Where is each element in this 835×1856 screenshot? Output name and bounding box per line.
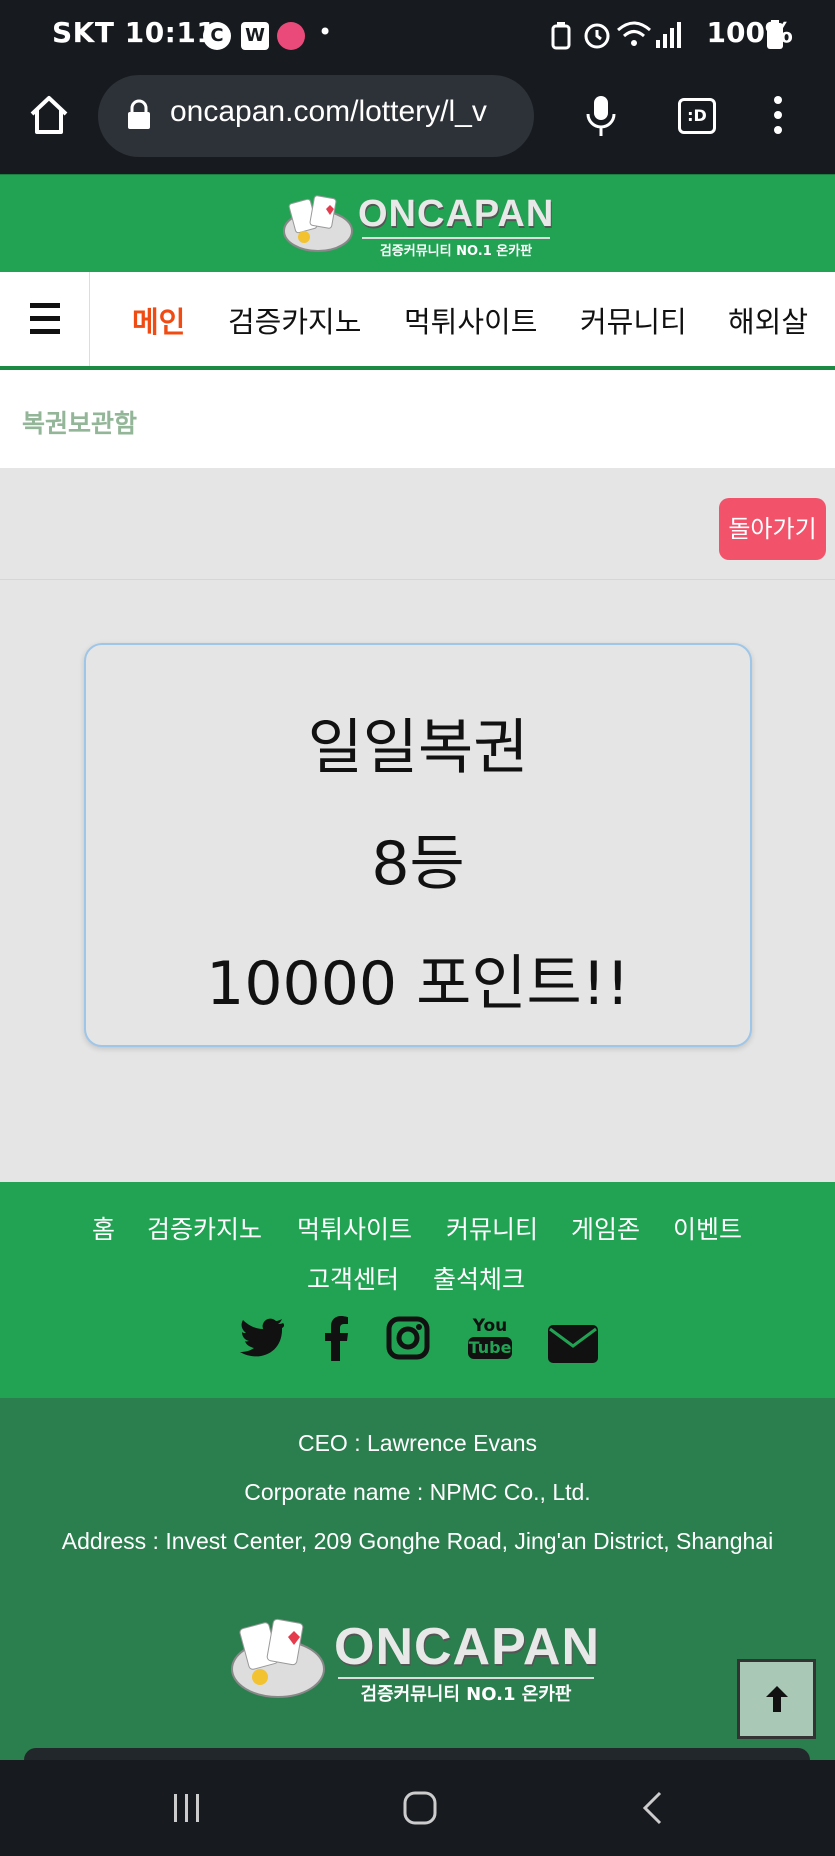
- app-w-icon: W: [241, 22, 269, 50]
- ceo-text: CEO : Lawrence Evans: [297, 1430, 538, 1456]
- recycle-icon: [551, 22, 571, 50]
- footer-logo-subtitle: 검증커뮤니티 NO.1 온카판: [338, 1677, 594, 1706]
- back-button[interactable]: 돌아가기: [719, 498, 826, 560]
- more-notifications-icon: •: [318, 18, 333, 46]
- app-avatar-icon: [277, 22, 305, 50]
- url-text: oncapan.com/lottery/l_v: [170, 95, 487, 128]
- home-nav-icon[interactable]: [402, 1790, 438, 1826]
- status-bar: SKT 10:11 C W • 100%: [0, 0, 835, 72]
- footer-info: CEO : Lawrence Evans Corporate name : NP…: [0, 1398, 835, 1760]
- system-nav-bar: [0, 1760, 835, 1856]
- site-header: ONCAPAN 검증커뮤니티 NO.1 온카판: [0, 174, 835, 272]
- nav-item-overseas[interactable]: 해외살: [728, 299, 808, 341]
- wifi-icon: [617, 21, 651, 46]
- lottery-name: 일일복권: [307, 713, 529, 783]
- card-logo-icon: [283, 195, 353, 252]
- action-bar: 돌아가기: [0, 468, 835, 580]
- tab-switcher-icon[interactable]: :D: [678, 98, 716, 134]
- nav-item-verified-casino[interactable]: 검증카지노: [228, 299, 361, 341]
- page-title-bar: 복권보관함: [0, 370, 835, 468]
- footer-nav: 홈 검증카지노 먹튀사이트 커뮤니티 게임존 이벤트 고객센터 출석체크 You…: [0, 1182, 835, 1398]
- status-time: SKT 10:11: [52, 16, 217, 49]
- logo-subtitle: 검증커뮤니티 NO.1 온카판: [362, 237, 550, 259]
- nav-item-community[interactable]: 커뮤니티: [580, 299, 687, 341]
- facebook-icon[interactable]: [322, 1315, 350, 1361]
- browser-toolbar: oncapan.com/lottery/l_v :D: [0, 72, 835, 174]
- main-nav: 메인 검증카지노 먹튀사이트 커뮤니티 해외살: [0, 272, 835, 370]
- lock-icon: [128, 99, 150, 129]
- mic-icon[interactable]: [584, 94, 618, 138]
- footer-link-home[interactable]: 홈: [92, 1210, 115, 1246]
- alarm-icon: [584, 23, 610, 49]
- instagram-icon[interactable]: [386, 1315, 430, 1361]
- footer-link-game-zone[interactable]: 게임존: [571, 1210, 640, 1246]
- footer-logo-text: ONCAPAN: [334, 1618, 601, 1676]
- address-text: Address : Invest Center, 209 Gonghe Road…: [61, 1528, 774, 1554]
- youtube-you-text: You: [472, 1316, 508, 1336]
- signal-icon: [656, 22, 681, 48]
- email-icon[interactable]: [548, 1321, 598, 1367]
- footer-link-community[interactable]: 커뮤니티: [446, 1210, 538, 1246]
- lottery-result-card: 일일복권 8등 10000 포인트!!: [84, 643, 752, 1047]
- lottery-prize: 10000 포인트!!: [206, 949, 630, 1019]
- nav-item-scam-sites[interactable]: 먹튀사이트: [404, 299, 537, 341]
- menu-button[interactable]: [0, 272, 90, 366]
- hamburger-line: [30, 316, 60, 321]
- logo-text: ONCAPAN: [358, 193, 555, 235]
- scroll-top-button[interactable]: [737, 1659, 816, 1739]
- arrow-up-icon: [766, 1686, 788, 1712]
- recent-apps-icon[interactable]: [170, 1792, 204, 1824]
- battery-icon: [767, 20, 783, 49]
- footer-link-events[interactable]: 이벤트: [673, 1210, 742, 1246]
- footer-link-support[interactable]: 고객센터: [307, 1260, 399, 1296]
- page-title: 복권보관함: [22, 409, 138, 438]
- footer-link-verified-casino[interactable]: 검증카지노: [147, 1210, 262, 1246]
- site-logo[interactable]: ONCAPAN 검증커뮤니티 NO.1 온카판: [282, 191, 554, 259]
- back-nav-icon[interactable]: [640, 1790, 664, 1826]
- hamburger-line: [30, 329, 60, 334]
- footer-link-scam-sites[interactable]: 먹튀사이트: [297, 1210, 412, 1246]
- footer-link-attendance[interactable]: 출석체크: [433, 1260, 525, 1296]
- more-icon[interactable]: [770, 94, 786, 136]
- twitter-icon[interactable]: [238, 1315, 284, 1361]
- youtube-tube-text: Tube: [468, 1337, 512, 1359]
- corporate-name-text: Corporate name : NPMC Co., Ltd.: [244, 1479, 591, 1505]
- footer-logo[interactable]: ONCAPAN 검증커뮤니티 NO.1 온카판: [230, 1613, 602, 1707]
- youtube-icon[interactable]: You Tube: [468, 1317, 512, 1361]
- lottery-rank: 8등: [371, 829, 465, 899]
- hamburger-line: [30, 303, 60, 308]
- address-bar[interactable]: oncapan.com/lottery/l_v: [98, 75, 534, 157]
- app-c-icon: C: [203, 22, 231, 50]
- home-icon[interactable]: [28, 94, 70, 136]
- nav-item-main[interactable]: 메인: [132, 299, 185, 341]
- lottery-result-area: 일일복권 8등 10000 포인트!!: [0, 580, 835, 1182]
- card-logo-icon: [231, 1618, 325, 1698]
